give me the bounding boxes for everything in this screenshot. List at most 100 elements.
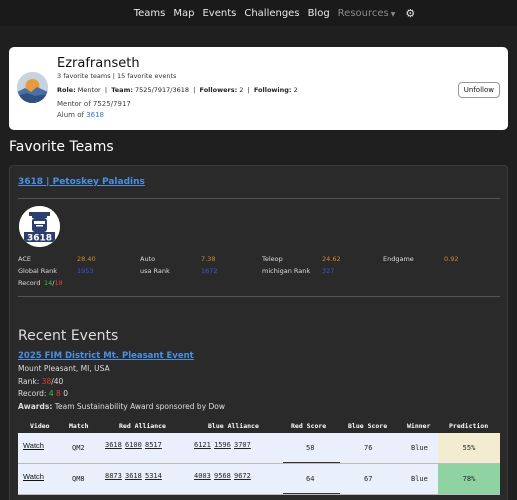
red-team-1[interactable]: 8873 (105, 472, 122, 480)
prediction-cell: 55% (438, 433, 500, 463)
red-team-3[interactable]: 5314 (145, 472, 162, 480)
blue-team-2[interactable]: 1596 (214, 441, 231, 449)
record-label: Record (18, 279, 41, 287)
col-blue-alliance: Blue Alliance (208, 422, 259, 430)
prediction-value: 55% (462, 444, 476, 452)
table-row: Watch QM8 8873 3618 5314 4003 9568 9672 … (18, 464, 500, 495)
ace-label: ACE (18, 255, 31, 263)
red-score: 58 (306, 444, 315, 452)
profile-card: Ezrafranseth 3 favorite teams | 15 favor… (9, 47, 508, 130)
watch-link[interactable]: Watch (23, 441, 44, 450)
divider (18, 296, 500, 297)
alum-team-link[interactable]: 3618 (86, 111, 104, 119)
col-winner: Winner (407, 422, 431, 430)
followers-value: 2 (239, 86, 244, 94)
event-record-losses: 8 (56, 389, 61, 398)
top-navbar: Teams Map Events Challenges Blog Resourc… (0, 0, 517, 26)
match-id: QM8 (72, 475, 85, 483)
avatar (17, 72, 48, 103)
event-rank: Rank: 38/40 (18, 377, 63, 386)
endgame-label: Endgame (383, 255, 414, 263)
match-table: Video Match Red Alliance Blue Alliance R… (18, 417, 500, 495)
nav-links: Teams Map Events Challenges Blog Resourc… (130, 7, 416, 20)
endgame-value: 0.92 (444, 255, 459, 263)
blue-team-1[interactable]: 6121 (194, 441, 211, 449)
match-id: QM2 (72, 444, 85, 452)
team-logo-number: 3618 (27, 234, 52, 244)
auto-label: Auto (140, 255, 156, 263)
red-score: 64 (306, 475, 315, 483)
teleop-value: 24.62 (322, 255, 341, 263)
chevron-down-icon: ▼ (390, 10, 396, 18)
blue-score: 76 (364, 444, 373, 452)
event-record-wins: 4 (48, 389, 54, 398)
red-team-3[interactable]: 8517 (145, 441, 162, 449)
global-rank-value: 1953 (77, 267, 94, 275)
blue-team-2[interactable]: 9568 (214, 472, 231, 480)
ace-value: 28.40 (77, 255, 96, 263)
teleop-label: Teleop (262, 255, 283, 263)
winner: Blue (411, 475, 428, 483)
event-rank-total: /40 (51, 377, 64, 386)
unfollow-button[interactable]: Unfollow (457, 82, 500, 98)
usa-rank-label: usa Rank (140, 267, 170, 275)
col-prediction: Prediction (449, 422, 489, 430)
record-value: 14/18 (44, 279, 63, 287)
team-logo: 3618 (19, 206, 60, 247)
blue-score: 67 (364, 475, 373, 483)
event-awards: Awards: Team Sustainability Award sponso… (18, 402, 225, 411)
col-match: Match (69, 422, 89, 430)
record-losses: 18 (54, 279, 63, 287)
team-link[interactable]: 3618 | Petoskey Paladins (18, 177, 145, 187)
col-red-alliance: Red Alliance (119, 422, 166, 430)
event-record: Record: 4 8 0 (18, 389, 68, 398)
event-rank-label: Rank: (18, 377, 40, 386)
nav-teams[interactable]: Teams (134, 8, 166, 19)
event-awards-label: Awards: (18, 402, 53, 411)
score-underline (283, 493, 340, 494)
prediction-value: 78% (462, 475, 476, 483)
michigan-rank-value: 327 (322, 267, 335, 275)
table-row: Watch QM2 3618 6100 8517 6121 1596 3707 … (18, 433, 500, 464)
red-team-2[interactable]: 6100 (125, 441, 142, 449)
followers-label: Followers: (199, 86, 238, 94)
nav-resources-label: Resources (337, 7, 389, 19)
red-team-1[interactable]: 3618 (105, 441, 122, 449)
nav-events[interactable]: Events (202, 8, 236, 19)
nav-blog[interactable]: Blog (308, 8, 330, 19)
gear-icon[interactable]: ⚙ (405, 7, 415, 20)
watch-link[interactable]: Watch (23, 472, 44, 481)
winner: Blue (411, 444, 428, 452)
nav-map[interactable]: Map (173, 8, 194, 19)
nav-challenges[interactable]: Challenges (244, 8, 299, 19)
divider (18, 198, 500, 199)
alum-prefix: Alum of (57, 111, 87, 119)
mentor-text: Mentor of 7525/7917 (57, 100, 131, 108)
profile-stats: Role: Mentor | Team: 7525/7917/3618 | Fo… (57, 86, 298, 94)
blue-team-1[interactable]: 4003 (194, 472, 211, 480)
red-team-2[interactable]: 3618 (125, 472, 142, 480)
alum-text: Alum of 3618 (57, 111, 104, 119)
event-link[interactable]: 2025 FIM District Mt. Pleasant Event (18, 351, 194, 361)
event-awards-value: Team Sustainability Award sponsored by D… (54, 402, 226, 411)
blue-team-3[interactable]: 3707 (234, 441, 251, 449)
team-value: 7525/7917/3618 (135, 86, 190, 94)
auto-value: 7.38 (201, 255, 216, 263)
team-card: 3618 | Petoskey Paladins 3618 ACE 28.40 … (9, 165, 508, 500)
prediction-cell: 78% (438, 464, 500, 494)
michigan-rank-label: michigan Rank (262, 267, 311, 275)
favorite-teams-title: Favorite Teams (9, 139, 114, 155)
usa-rank-value: 1672 (201, 267, 218, 275)
team-label: Team: (111, 86, 133, 94)
nav-resources-dropdown[interactable]: Resources ▼ (338, 8, 396, 19)
profile-name: Ezrafranseth (57, 56, 140, 71)
role-label: Role: (57, 86, 76, 94)
blue-team-3[interactable]: 9672 (234, 472, 251, 480)
event-record-ties: 0 (63, 389, 68, 398)
event-location: Mount Pleasant, MI, USA (18, 364, 110, 373)
score-underline (283, 462, 340, 463)
following-value: 2 (293, 86, 298, 94)
recent-events-title: Recent Events (18, 328, 119, 344)
profile-subtitle: 3 favorite teams | 15 favorite events (57, 72, 177, 80)
event-record-label: Record: (18, 389, 47, 398)
